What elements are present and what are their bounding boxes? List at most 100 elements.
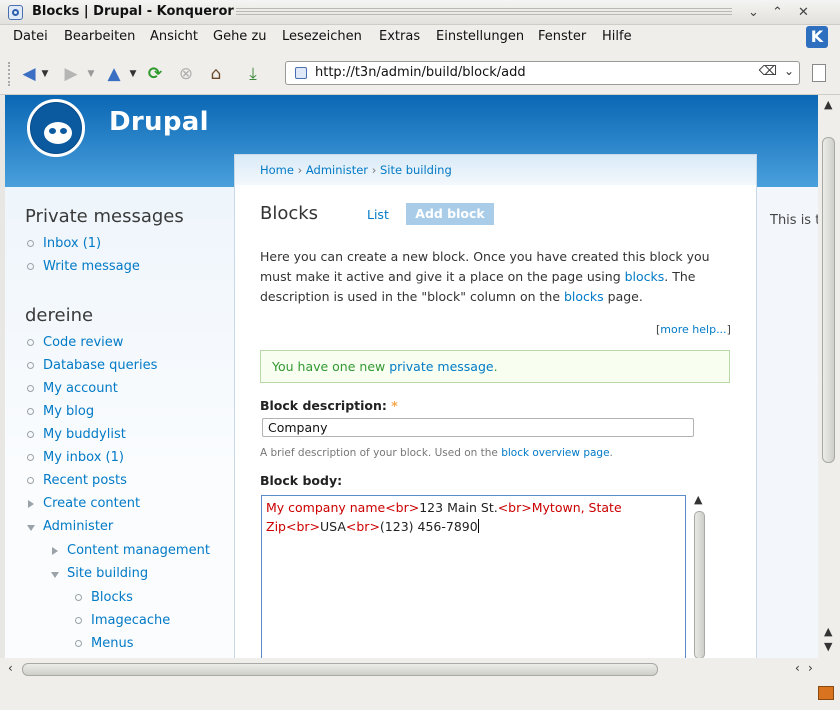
textarea-scrollbar[interactable]: ▲: [691, 493, 709, 658]
tab-add-block[interactable]: Add block: [406, 203, 494, 225]
text-cursor: [477, 519, 479, 533]
up-icon[interactable]: ▲: [104, 64, 124, 84]
konqueror-app-icon[interactable]: [8, 5, 23, 20]
sidebar-item-administer[interactable]: Administer: [43, 519, 113, 534]
sidebar-right: [757, 187, 818, 658]
forward-history-icon[interactable]: ▼: [86, 64, 96, 84]
menu-fenster[interactable]: Fenster: [538, 29, 586, 44]
sidebar-item-blocks[interactable]: Blocks: [91, 590, 133, 605]
more-help-label[interactable]: more help...: [660, 323, 726, 336]
bullet-icon: [27, 339, 34, 346]
sidebar-item-code-review[interactable]: Code review: [43, 335, 123, 350]
sidebar-item-imagecache[interactable]: Imagecache: [91, 613, 170, 628]
sidebar-item-recent-posts[interactable]: Recent posts: [43, 473, 127, 488]
sidebar-item-my-buddylist[interactable]: My buddylist: [43, 427, 126, 442]
bullet-icon: [27, 263, 34, 270]
block-body-textarea[interactable]: My company name<br>123 Main St.<br>Mytow…: [261, 495, 686, 658]
home-icon[interactable]: ⌂: [205, 64, 227, 84]
expanded-arrow-icon: [51, 572, 59, 578]
main-content: Home › Administer › Site building Blocks…: [234, 154, 757, 658]
status-text-part: You have one new: [272, 359, 390, 374]
sidebar-item-my-blog[interactable]: My blog: [43, 404, 94, 419]
sidebar-item-site-building[interactable]: Site building: [67, 566, 148, 581]
scroll-right-icon[interactable]: ›: [808, 661, 813, 675]
sidebar-item-inbox[interactable]: Inbox (1): [43, 236, 101, 251]
body-text: 123 Main St.: [419, 500, 498, 515]
stop-icon[interactable]: ⊗: [176, 64, 196, 84]
breadcrumb-site-building[interactable]: Site building: [380, 163, 452, 177]
menu-extras[interactable]: Extras: [379, 29, 420, 44]
textarea-scroll-thumb[interactable]: [694, 511, 705, 658]
horizontal-scrollbar[interactable]: ‹ ‹ ›: [0, 658, 840, 680]
download-icon[interactable]: ⤓: [241, 64, 265, 84]
title-bar-grip: [236, 8, 732, 17]
block-body-label: Block body:: [260, 473, 343, 488]
sidebar-left: [5, 187, 235, 658]
user-menu-heading: dereine: [25, 305, 94, 326]
sidebar-item-write-message[interactable]: Write message: [43, 259, 140, 274]
menu-hilfe[interactable]: Hilfe: [602, 29, 632, 44]
back-history-icon[interactable]: ▼: [40, 64, 50, 84]
body-markup: <br>: [497, 500, 532, 515]
sidebar-item-database-queries[interactable]: Database queries: [43, 358, 157, 373]
page-icon[interactable]: [812, 64, 826, 82]
scroll-down-icon[interactable]: ▼: [824, 640, 832, 653]
block-description-input[interactable]: Company: [262, 418, 694, 437]
bullet-icon: [27, 408, 34, 415]
location-dropdown-icon[interactable]: ⌄: [784, 64, 794, 78]
menu-bearbeiten[interactable]: Bearbeiten: [64, 29, 135, 44]
breadcrumb-separator: ›: [371, 163, 377, 177]
expanded-arrow-icon: [27, 525, 35, 531]
scroll-left-icon[interactable]: ‹: [8, 661, 13, 675]
breadcrumb-separator: ›: [297, 163, 303, 177]
location-bar[interactable]: http://t3n/admin/build/block/add ⌫ ⌄: [285, 61, 800, 85]
private-messages-heading: Private messages: [25, 206, 184, 227]
breadcrumb-home[interactable]: Home: [260, 163, 294, 177]
scroll-up-icon[interactable]: ▲: [824, 98, 832, 111]
back-icon[interactable]: ◀: [19, 64, 39, 84]
block-overview-link[interactable]: block overview page: [501, 447, 609, 459]
more-help-link[interactable]: [more help...]: [656, 323, 731, 336]
menu-bar: Datei Bearbeiten Ansicht Gehe zu Lesezei…: [0, 25, 840, 50]
sidebar-item-menus[interactable]: Menus: [91, 636, 133, 651]
body-markup: Mytown, State: [531, 500, 622, 515]
vertical-scroll-thumb[interactable]: [822, 137, 835, 463]
menu-lesezeichen[interactable]: Lesezeichen: [282, 29, 362, 44]
clear-location-icon[interactable]: ⌫: [759, 64, 777, 79]
sidebar-item-content-management[interactable]: Content management: [67, 543, 210, 558]
drupal-logo-icon[interactable]: [27, 99, 85, 157]
blocks-link[interactable]: blocks: [625, 269, 665, 284]
scroll-left-icon[interactable]: ‹: [795, 661, 800, 675]
scroll-up-icon[interactable]: ▲: [694, 493, 702, 506]
up-history-icon[interactable]: ▼: [128, 64, 138, 84]
private-message-link[interactable]: private message: [389, 359, 493, 374]
close-window-button[interactable]: ✕: [794, 3, 813, 22]
blocks-link[interactable]: blocks: [564, 289, 604, 304]
horizontal-scroll-thumb[interactable]: [22, 663, 658, 676]
intro-text: Here you can create a new block. Once yo…: [260, 247, 735, 307]
kde-logo-icon: K: [806, 26, 828, 48]
forward-icon[interactable]: ▶: [61, 64, 81, 84]
security-status-icon[interactable]: [818, 686, 834, 700]
menu-ansicht[interactable]: Ansicht: [150, 29, 198, 44]
vertical-scrollbar[interactable]: ▲ ▲ ▼: [818, 95, 840, 658]
minimize-button[interactable]: ⌄: [744, 3, 763, 22]
sidebar-item-create-content[interactable]: Create content: [43, 496, 140, 511]
breadcrumb: Home › Administer › Site building: [260, 163, 452, 177]
body-markup: <br>: [385, 500, 420, 515]
menu-gehe-zu[interactable]: Gehe zu: [213, 29, 267, 44]
maximize-button[interactable]: ⌃: [768, 3, 787, 22]
scroll-up-icon[interactable]: ▲: [824, 625, 832, 638]
block-description-label-text: Block description:: [260, 398, 387, 413]
url-input[interactable]: http://t3n/admin/build/block/add: [315, 65, 526, 80]
sidebar-item-my-inbox[interactable]: My inbox (1): [43, 450, 124, 465]
site-name[interactable]: Drupal: [109, 107, 209, 137]
menu-datei[interactable]: Datei: [13, 29, 48, 44]
tab-list[interactable]: List: [367, 207, 389, 222]
intro-text-part: page.: [603, 289, 643, 304]
sidebar-item-my-account[interactable]: My account: [43, 381, 118, 396]
reload-icon[interactable]: ⟳: [144, 64, 166, 84]
title-bar[interactable]: Blocks | Drupal - Konqueror ⌄ ⌃ ✕: [0, 0, 840, 25]
menu-einstellungen[interactable]: Einstellungen: [436, 29, 524, 44]
breadcrumb-administer[interactable]: Administer: [306, 163, 368, 177]
